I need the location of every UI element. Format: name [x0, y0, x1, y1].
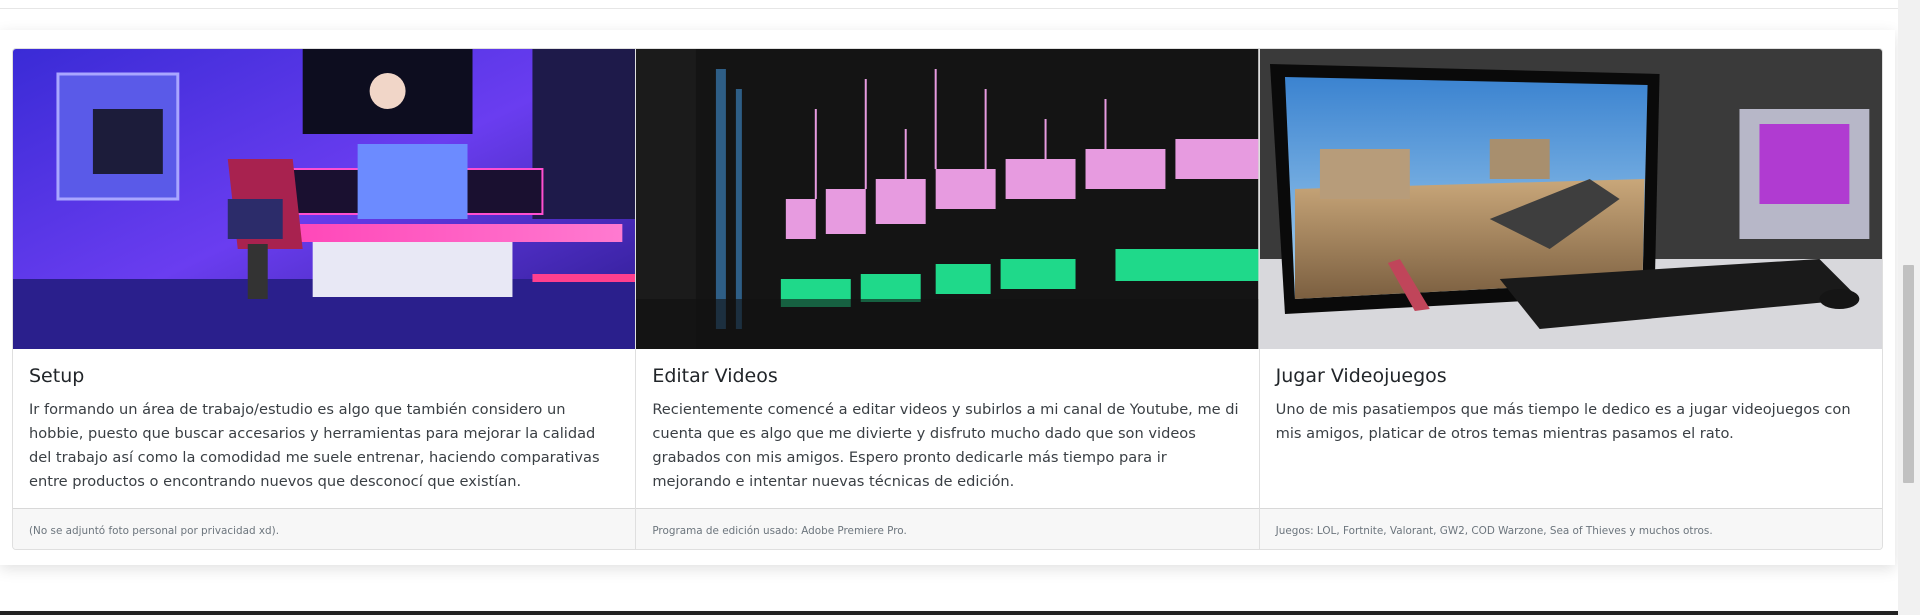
- card-jugar-videojuegos: Jugar Videojuegos Uno de mis pasatiempos…: [1258, 49, 1882, 549]
- scrollbar-thumb[interactable]: [1903, 265, 1914, 483]
- footer-edge: [0, 611, 1898, 615]
- card-title: Editar Videos: [652, 365, 778, 387]
- card-footer: Juegos: LOL, Fortnite, Valorant, GW2, CO…: [1259, 508, 1882, 549]
- editing-image: [636, 49, 1259, 349]
- editing-card-body: Editar Videos Recientemente comencé a ed…: [636, 349, 1258, 501]
- page-scrollbar[interactable]: [1898, 0, 1920, 615]
- card-footer: (No se adjuntó foto personal por privaci…: [13, 508, 636, 549]
- setup-card-body: Setup Ir formando un área de trabajo/est…: [13, 349, 635, 501]
- header-divider: [0, 0, 1898, 9]
- card-title: Setup: [29, 365, 85, 387]
- gaming-image: [1259, 49, 1882, 349]
- card-text: Recientemente comencé a editar videos y …: [652, 400, 1239, 490]
- card-footer: Programa de edición usado: Adobe Premier…: [636, 508, 1259, 549]
- card-text: Uno de mis pasatiempos que más tiempo le…: [1275, 400, 1851, 442]
- card-title: Jugar Videojuegos: [1275, 365, 1447, 387]
- card-footer-text: (No se adjuntó foto personal por privaci…: [29, 525, 280, 537]
- gaming-image-art: [1259, 49, 1882, 349]
- hobbies-section: Setup Ir formando un área de trabajo/est…: [0, 30, 1895, 565]
- card-setup: Setup Ir formando un área de trabajo/est…: [13, 49, 636, 549]
- hobbies-card-group: Setup Ir formando un área de trabajo/est…: [12, 48, 1883, 550]
- card-footer-text: Programa de edición usado: Adobe Premier…: [652, 525, 907, 537]
- card-text: Ir formando un área de trabajo/estudio e…: [29, 400, 600, 490]
- card-editar-videos: Editar Videos Recientemente comencé a ed…: [635, 49, 1259, 549]
- setup-image: [13, 49, 636, 349]
- card-footer-text: Juegos: LOL, Fortnite, Valorant, GW2, CO…: [1275, 525, 1713, 537]
- setup-image-art: [13, 49, 636, 349]
- gaming-card-body: Jugar Videojuegos Uno de mis pasatiempos…: [1260, 349, 1882, 501]
- editing-image-art: [636, 49, 1259, 349]
